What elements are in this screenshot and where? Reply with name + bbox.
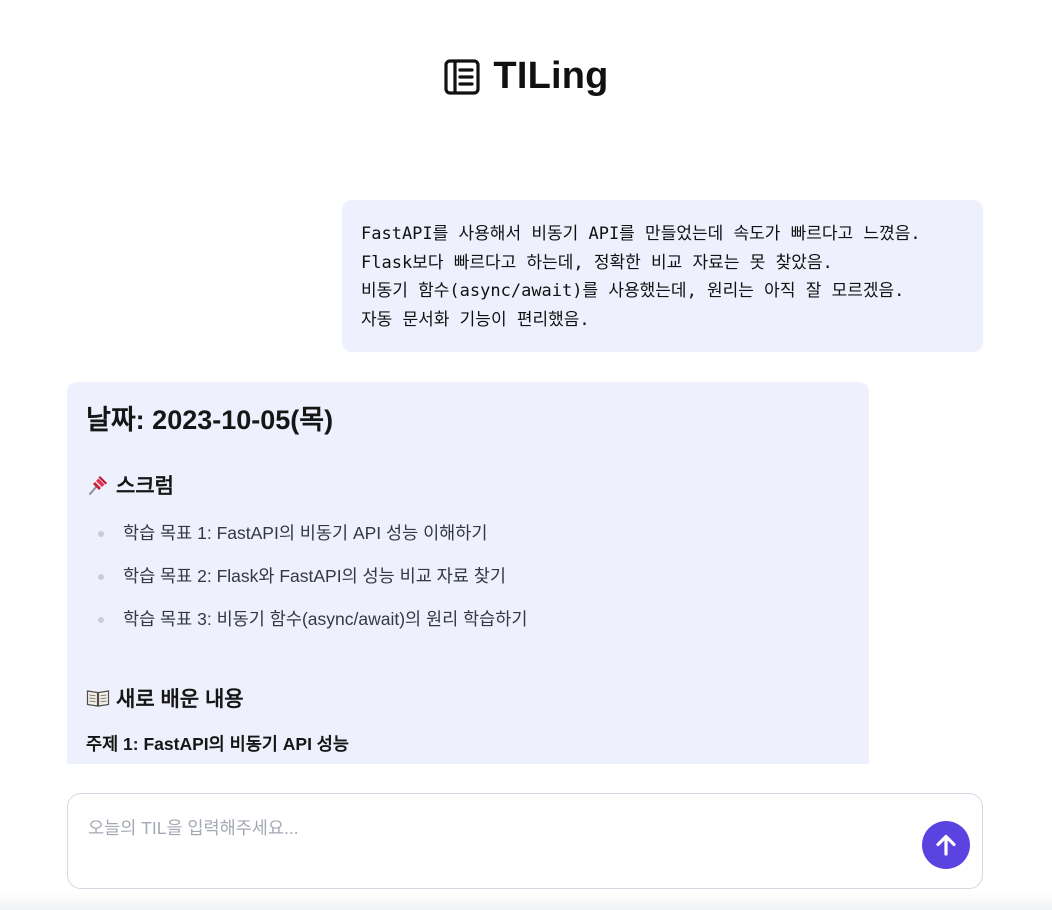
bullet-icon: [98, 531, 104, 537]
user-message-line: Flask보다 빠르다고 하는데, 정확한 비교 자료는 못 찾았음.: [361, 252, 833, 273]
bullet-icon: [98, 574, 104, 580]
list-item: 학습 목표 2: Flask와 FastAPI의 성능 비교 자료 찾기: [98, 555, 849, 598]
send-button[interactable]: [922, 821, 970, 869]
til-response-card: 날짜: 2023-10-05(목) 스크럼 학습 목표 1: FastAPI의 …: [67, 382, 869, 764]
til-input[interactable]: [88, 814, 908, 842]
list-item: 학습 목표 1: FastAPI의 비동기 API 성능 이해하기: [98, 512, 849, 555]
goal-text: 학습 목표 1: FastAPI의 비동기 API 성능 이해하기: [123, 523, 488, 543]
scrum-heading-label: 스크럼: [116, 475, 174, 498]
open-book-icon: [86, 690, 110, 707]
learned-heading-label: 새로 배운 내용: [116, 688, 244, 711]
user-message-bubble: FastAPI를 사용해서 비동기 API를 만들었는데 속도가 빠르다고 느꼈…: [342, 200, 983, 352]
user-message-line: 비동기 함수(async/await)를 사용했는데, 원리는 아직 잘 모르겠…: [361, 281, 905, 301]
date-heading: 날짜: 2023-10-05(목): [86, 405, 334, 435]
goal-text: 학습 목표 3: 비동기 함수(async/await)의 원리 학습하기: [123, 609, 528, 629]
notebook-icon: [444, 58, 481, 95]
goal-text: 학습 목표 2: Flask와 FastAPI의 성능 비교 자료 찾기: [123, 566, 506, 586]
app-header: TILing: [0, 55, 1052, 98]
user-message-line: FastAPI를 사용해서 비동기 API를 만들었는데 속도가 빠르다고 느꼈…: [361, 224, 921, 244]
user-message-line: 자동 문서화 기능이 편리했음.: [361, 309, 590, 330]
app-title: TILing: [493, 55, 609, 97]
bullet-icon: [98, 617, 104, 623]
list-item: 학습 목표 3: 비동기 함수(async/await)의 원리 학습하기: [98, 598, 849, 641]
topic-heading: 주제 1: FastAPI의 비동기 API 성능: [86, 734, 349, 754]
pushpin-icon: [89, 476, 107, 495]
goal-list: 학습 목표 1: FastAPI의 비동기 API 성능 이해하기 학습 목표 …: [86, 512, 849, 641]
til-composer: [67, 793, 983, 889]
scrum-heading: 스크럼: [86, 470, 849, 500]
chat-page: TILing FastAPI를 사용해서 비동기 API를 만들었는데 속도가 …: [0, 0, 1052, 910]
arrow-up-icon: [936, 834, 956, 856]
learned-heading: 새로 배운 내용: [86, 683, 849, 713]
bottom-fade: [0, 892, 1052, 910]
